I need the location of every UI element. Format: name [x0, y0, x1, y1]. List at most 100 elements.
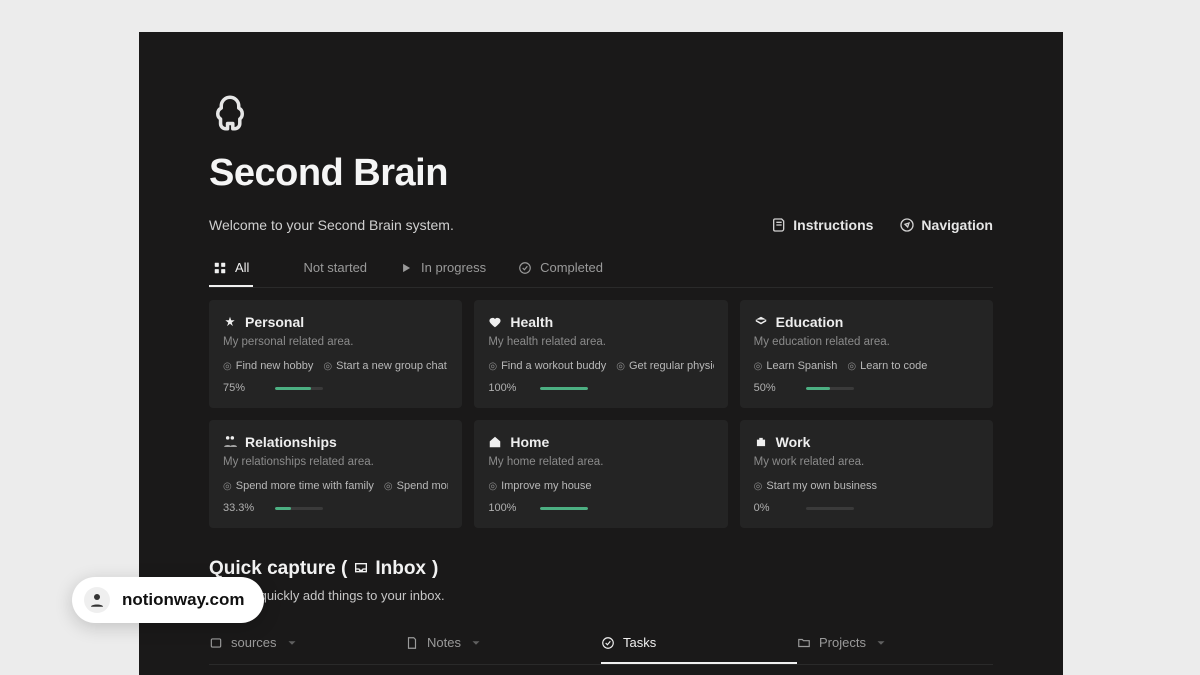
card-title-text: Relationships [245, 434, 337, 450]
card-title: Education [754, 314, 979, 330]
watermark-badge: notionway.com [72, 577, 264, 623]
quick-capture-title: Quick capture ( Inbox ) [209, 558, 993, 580]
card-tags: Find a workout buddy Get regular physical… [488, 360, 713, 372]
tab-completed[interactable]: Completed [514, 251, 607, 287]
area-card[interactable]: Education My education related area. Learn… [740, 300, 993, 408]
progress-percent: 50% [754, 382, 796, 394]
check-circle-icon [518, 261, 532, 275]
instructions-link[interactable]: Instructions [771, 217, 873, 233]
qtab-tasks[interactable]: Tasks [601, 625, 797, 664]
card-grid: Personal My personal related area. Find ne… [209, 300, 993, 528]
app-window: Second Brain Welcome to your Second Brai… [139, 32, 1063, 675]
inbox-label: Inbox [375, 558, 426, 580]
scroll-icon [771, 217, 787, 233]
card-tags: Start my own business [754, 480, 979, 492]
card-title-text: Health [510, 314, 553, 330]
task-tag[interactable]: Spend more time wi [384, 480, 448, 492]
progress-bar [275, 387, 323, 390]
progress-percent: 100% [488, 382, 530, 394]
progress-row: 33.3% [223, 502, 448, 514]
content-area: Second Brain Welcome to your Second Brai… [139, 32, 1063, 675]
inbox-link[interactable]: Inbox [353, 558, 426, 580]
task-tag[interactable]: Find new hobby [223, 360, 313, 372]
chevron-down-icon [469, 636, 483, 650]
qtab-projects[interactable]: Projects [797, 625, 993, 664]
card-title-text: Education [776, 314, 844, 330]
qtab-notes[interactable]: Notes [405, 625, 601, 664]
snowflake-icon [281, 261, 295, 275]
instructions-label: Instructions [793, 217, 873, 233]
card-tags: Learn Spanish Learn to code [754, 360, 979, 372]
subhead-row: Welcome to your Second Brain system. Ins… [209, 217, 993, 233]
task-tag[interactable]: Get regular physical activit [616, 360, 713, 372]
chevron-down-icon [285, 636, 299, 650]
task-tag[interactable]: Learn Spanish [754, 360, 838, 372]
gallery-icon [213, 261, 227, 275]
progress-row: 100% [488, 382, 713, 394]
card-icon [488, 435, 502, 449]
tab-all-label: All [235, 260, 249, 275]
card-tags: Find new hobbyStart a new group chatRead [223, 360, 448, 372]
progress-percent: 75% [223, 382, 265, 394]
progress-percent: 33.3% [223, 502, 265, 514]
note-icon [405, 636, 419, 650]
card-icon [223, 435, 237, 449]
task-tag[interactable]: Improve my house [488, 480, 591, 492]
qtab-resources-label: sources [231, 635, 277, 650]
welcome-text: Welcome to your Second Brain system. [209, 217, 454, 233]
card-icon [223, 315, 237, 329]
card-description: My education related area. [754, 336, 979, 348]
inbox-icon [353, 561, 369, 577]
card-tags: Improve my house [488, 480, 713, 492]
area-card[interactable]: Personal My personal related area. Find ne… [209, 300, 462, 408]
progress-bar [540, 507, 588, 510]
qtab-notes-label: Notes [427, 635, 461, 650]
progress-bar [806, 387, 854, 390]
card-title: Home [488, 434, 713, 450]
play-icon [399, 261, 413, 275]
task-check-icon [601, 636, 615, 650]
task-tag[interactable]: Find a workout buddy [488, 360, 606, 372]
progress-row: 0% [754, 502, 979, 514]
tab-all[interactable]: All [209, 251, 253, 287]
folder-icon [797, 636, 811, 650]
task-tag[interactable]: Learn to code [847, 360, 927, 372]
resources-icon [209, 636, 223, 650]
card-tags: Spend more time with family Spend more ti… [223, 480, 448, 492]
area-card[interactable]: Work My work related area. Start my own bu… [740, 420, 993, 528]
progress-row: 50% [754, 382, 979, 394]
task-tag[interactable]: Start my own business [754, 480, 877, 492]
quick-tabs: sources Notes Tasks Projects [209, 625, 993, 665]
card-description: My work related area. [754, 456, 979, 468]
chevron-down-icon [874, 636, 888, 650]
card-description: My personal related area. [223, 336, 448, 348]
brain-logo-icon [209, 92, 251, 134]
card-title-text: Work [776, 434, 811, 450]
card-title-text: Personal [245, 314, 304, 330]
card-description: My relationships related area. [223, 456, 448, 468]
qtab-resources[interactable]: sources [209, 625, 405, 664]
page-title: Second Brain [209, 152, 993, 195]
quick-capture-desc: Place to quickly add things to your inbo… [209, 588, 993, 603]
card-title-text: Home [510, 434, 549, 450]
quick-title-post: ) [432, 558, 438, 580]
card-title: Relationships [223, 434, 448, 450]
qtab-tasks-label: Tasks [623, 635, 656, 650]
navigation-label: Navigation [921, 217, 993, 233]
progress-row: 75% [223, 382, 448, 394]
area-card[interactable]: Relationships My relationships related ar… [209, 420, 462, 528]
card-icon [754, 315, 768, 329]
qtab-projects-label: Projects [819, 635, 866, 650]
task-tag[interactable]: Start a new group chat [323, 360, 446, 372]
tab-not-started[interactable]: Not started [277, 251, 371, 287]
card-title: Personal [223, 314, 448, 330]
card-description: My health related area. [488, 336, 713, 348]
area-card[interactable]: Health My health related area. Find a work… [474, 300, 727, 408]
task-tag[interactable]: Spend more time with family [223, 480, 374, 492]
navigation-link[interactable]: Navigation [899, 217, 993, 233]
avatar-icon [84, 587, 110, 613]
card-icon [754, 435, 768, 449]
progress-row: 100% [488, 502, 713, 514]
tab-in-progress[interactable]: In progress [395, 251, 490, 287]
area-card[interactable]: HomeMy home related area.Improve my hous… [474, 420, 727, 528]
